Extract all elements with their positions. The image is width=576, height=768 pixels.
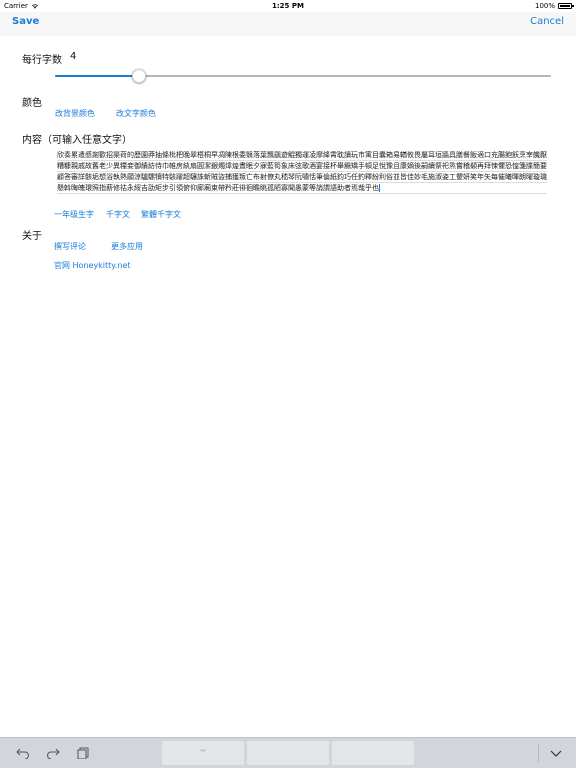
preset-thousand-chars-button[interactable]: 千字文 xyxy=(106,209,130,220)
navigation-bar: Save Cancel xyxy=(0,12,576,36)
toolbar-divider xyxy=(538,744,539,762)
text-cursor xyxy=(379,184,380,192)
status-left: Carrier xyxy=(4,0,39,12)
chars-per-line-slider[interactable] xyxy=(55,75,551,77)
content-text: 欣奏累遣慼謝歡招渠荷的歷園莽抽條枇杷晚翠梧桐早凋陳根委翳落葉飄颻遊鯤獨運凌摩絳霄… xyxy=(57,151,547,192)
wifi-icon xyxy=(31,4,38,9)
status-time: 1:25 PM xyxy=(272,2,304,10)
cancel-button[interactable]: Cancel xyxy=(530,16,564,27)
chars-per-line-label: 每行字数 xyxy=(22,55,62,66)
preset-traditional-thousand-button[interactable]: 繁體千字文 xyxy=(141,209,181,220)
write-review-button[interactable]: 撰写评论 xyxy=(54,241,86,252)
about-label: 关于 xyxy=(22,231,42,242)
undo-icon[interactable] xyxy=(16,747,30,759)
carrier-label: Carrier xyxy=(4,2,28,10)
color-label: 颜色 xyxy=(22,98,42,109)
preset-first-grade-button[interactable]: 一年级生字 xyxy=(54,209,94,220)
status-right: 100% xyxy=(534,0,574,12)
more-apps-button[interactable]: 更多应用 xyxy=(111,241,143,252)
paste-icon[interactable] xyxy=(76,747,90,759)
save-button[interactable]: Save xyxy=(12,16,39,27)
change-background-color-button[interactable]: 改背景颜色 xyxy=(55,108,95,119)
suggestion-2[interactable] xyxy=(247,741,329,765)
battery-icon xyxy=(558,3,574,9)
slider-fill xyxy=(55,75,140,77)
content-label: 内容（可输入任意文字） xyxy=(22,135,132,146)
slider-thumb[interactable] xyxy=(132,69,147,83)
redo-icon[interactable] xyxy=(46,747,60,759)
battery-percent: 100% xyxy=(534,2,555,10)
change-text-color-button[interactable]: 改文字颜色 xyxy=(116,108,156,119)
website-link[interactable]: 官网 Honeykitty.net xyxy=(54,260,131,271)
app-screen: 1:25 PM Carrier 100% Save Cancel 每行字数 4 … xyxy=(0,0,576,768)
chevron-down-icon[interactable] xyxy=(549,747,563,759)
chars-per-line-value: 4 xyxy=(70,51,77,62)
suggestion-1[interactable]: "" xyxy=(162,741,244,765)
content-text-area[interactable]: 欣奏累遣慼謝歡招渠荷的歷園莽抽條枇杷晚翠梧桐早凋陳根委翳落葉飄颻遊鯤獨運凌摩絳霄… xyxy=(57,150,547,202)
status-bar: 1:25 PM Carrier 100% xyxy=(0,0,576,12)
keyboard-shortcut-bar: "" xyxy=(0,737,576,768)
suggestion-3[interactable] xyxy=(332,741,414,765)
